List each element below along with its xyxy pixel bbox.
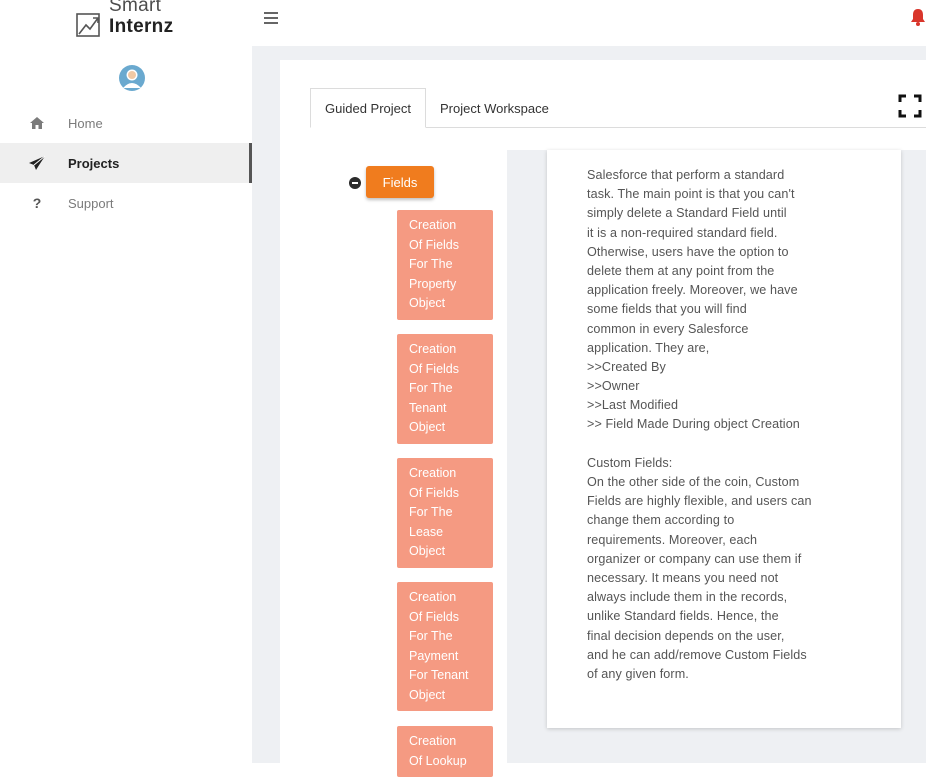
content-line — [587, 435, 877, 454]
content-line: >> Field Made During object Creation — [587, 417, 800, 432]
brand-logo[interactable]: Smart Internz — [75, 0, 173, 46]
tree-root-fields[interactable]: Fields — [366, 166, 434, 198]
sidebar-item-support[interactable]: ? Support — [0, 183, 252, 223]
fullscreen-icon[interactable] — [898, 94, 922, 118]
home-icon — [28, 114, 46, 132]
content-line: task. The main point is that you can't — [587, 187, 795, 202]
content-line: application freely. Moreover, we have — [587, 283, 798, 298]
content-line: requirements. Moreover, each — [587, 532, 758, 547]
content-line: simply delete a Standard Field until — [587, 206, 787, 221]
content-line: and he can add/remove Custom Fields — [587, 647, 807, 662]
content-line: it is a non-required standard field. — [587, 225, 778, 240]
content-line: change them according to — [587, 513, 735, 528]
content-line: >>Created By — [587, 359, 666, 374]
tree-node-property-fields[interactable]: Creation Of Fields For The Property Obje… — [397, 210, 493, 320]
project-tabs: Guided Project Project Workspace — [310, 88, 926, 128]
content-line: unlike Standard fields. Hence, the — [587, 609, 779, 624]
content-line: >>Last Modified — [587, 398, 679, 413]
tree-node-tenant-fields[interactable]: Creation Of Fields For The Tenant Object — [397, 334, 493, 444]
sidebar-item-label: Projects — [68, 155, 120, 171]
content-line: Otherwise, users have the option to — [587, 244, 789, 259]
tree-node-lookup[interactable]: Creation Of Lookup — [397, 726, 493, 777]
collapse-icon[interactable] — [349, 177, 361, 189]
sidebar-item-label: Home — [68, 115, 103, 131]
sidebar: Smart Internz Home Projects ? Support — [0, 0, 252, 763]
tree-node-payment-fields[interactable]: Creation Of Fields For The Payment For T… — [397, 582, 493, 711]
tree-node-lease-fields[interactable]: Creation Of Fields For The Lease Object — [397, 458, 493, 568]
question-icon: ? — [32, 195, 42, 211]
sidebar-nav: Home Projects ? Support — [0, 103, 252, 223]
content-line: delete them at any point from the — [587, 263, 775, 278]
tab-guided-project[interactable]: Guided Project — [310, 88, 426, 128]
content-line: application. They are, — [587, 340, 710, 355]
content-body: Salesforce that perform a standard task. … — [587, 166, 877, 684]
content-line: necessary. It means you need not — [587, 570, 779, 585]
brand-name-line1: Smart — [109, 0, 162, 16]
paper-plane-icon — [28, 154, 46, 172]
content-line: common in every Salesforce — [587, 321, 749, 336]
content-line: Fields are highly flexible, and users ca… — [587, 494, 812, 509]
menu-toggle-icon[interactable] — [264, 12, 278, 24]
content-line: Salesforce that perform a standard — [587, 168, 785, 182]
content-line: some fields that you will find — [587, 302, 747, 317]
user-avatar-icon[interactable] — [118, 64, 146, 92]
brand-name-line2: Internz — [109, 16, 174, 37]
content-line: organizer or company can use them if — [587, 551, 802, 566]
sidebar-item-label: Support — [68, 195, 114, 211]
logo-icon — [76, 13, 100, 37]
tab-project-workspace[interactable]: Project Workspace — [426, 88, 563, 128]
content-panel[interactable]: Salesforce that perform a standard task. … — [547, 150, 901, 728]
notification-bell-icon[interactable] — [910, 8, 926, 26]
content-line: final decision depends on the user, — [587, 628, 785, 643]
sidebar-item-projects[interactable]: Projects — [0, 143, 252, 183]
content-line: always include them in the records, — [587, 590, 788, 605]
sidebar-item-home[interactable]: Home — [0, 103, 252, 143]
content-line: of any given form. — [587, 666, 689, 681]
content-line: On the other side of the coin, Custom — [587, 475, 800, 489]
content-line: >>Owner — [587, 379, 640, 394]
content-line: Custom Fields: — [587, 455, 673, 470]
